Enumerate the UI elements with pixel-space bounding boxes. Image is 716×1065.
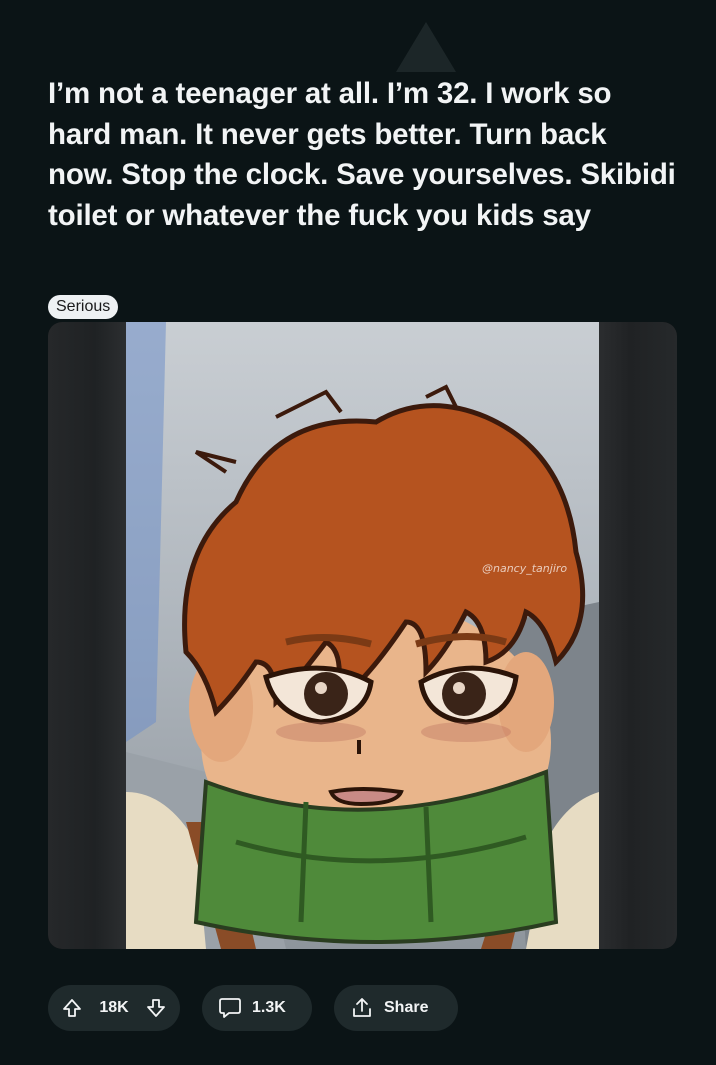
- post-action-bar: 18K 1.3K Share: [48, 985, 458, 1031]
- comment-count: 1.3K: [252, 999, 286, 1016]
- arrow-up-icon[interactable]: [62, 998, 82, 1018]
- post-title[interactable]: I’m not a teenager at all. I’m 32. I wor…: [48, 74, 678, 236]
- vote-count: 18K: [99, 999, 129, 1016]
- vote-control: 18K: [48, 985, 180, 1031]
- watermark-text: @nancy_tanjiro: [482, 562, 567, 575]
- speech-bubble-icon: [218, 996, 242, 1020]
- share-button[interactable]: Share: [334, 985, 458, 1031]
- image-blur-left: [48, 322, 126, 949]
- flair-tag[interactable]: Serious: [48, 295, 119, 319]
- top-notch-decoration: [396, 22, 456, 72]
- share-upload-icon: [350, 996, 374, 1020]
- comment-button[interactable]: 1.3K: [202, 985, 312, 1031]
- share-label: Share: [384, 999, 429, 1016]
- artwork-illustration: @nancy_tanjiro: [126, 322, 599, 949]
- post-image[interactable]: @nancy_tanjiro: [48, 322, 677, 949]
- image-blur-right: [599, 322, 677, 949]
- arrow-down-icon[interactable]: [146, 998, 166, 1018]
